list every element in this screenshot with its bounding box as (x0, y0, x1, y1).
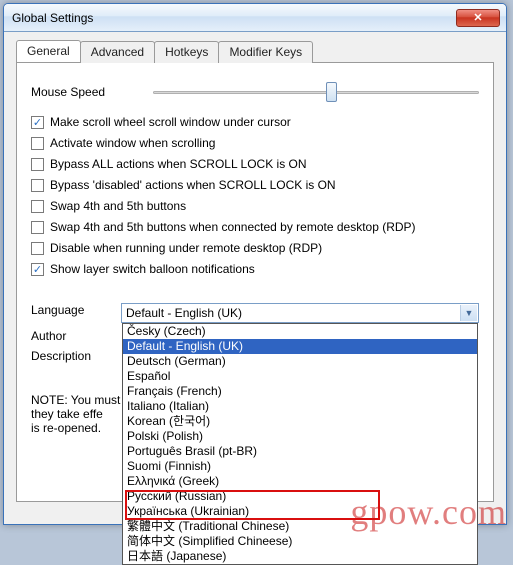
language-selected-value: Default - English (UK) (126, 306, 242, 320)
checkbox-label: Swap 4th and 5th buttons (50, 199, 186, 213)
checkbox-label: Bypass 'disabled' actions when SCROLL LO… (50, 178, 336, 192)
checkbox-label: Disable when running under remote deskto… (50, 241, 322, 255)
check-row: ✓ Show layer switch balloon notifications (31, 262, 479, 276)
language-option[interactable]: Ελληνικά (Greek) (123, 474, 477, 489)
checkbox-label: Swap 4th and 5th buttons when connected … (50, 220, 416, 234)
language-dropdown[interactable]: Česky (Czech)Default - English (UK)Deuts… (122, 323, 478, 565)
chevron-down-icon: ▼ (460, 305, 477, 321)
language-label: Language (31, 303, 121, 317)
language-option[interactable]: Česky (Czech) (123, 324, 477, 339)
tab-advanced[interactable]: Advanced (80, 41, 155, 63)
checkbox[interactable] (31, 179, 44, 192)
language-combobox[interactable]: Default - English (UK) ▼ Česky (Czech)De… (121, 303, 479, 323)
checkbox[interactable]: ✓ (31, 263, 44, 276)
check-row: Swap 4th and 5th buttons (31, 199, 479, 213)
mouse-speed-row: Mouse Speed (31, 81, 479, 103)
language-option[interactable]: 繁體中文 (Traditional Chinese) (123, 519, 477, 534)
slider-track (153, 91, 479, 94)
checkbox-label: Make scroll wheel scroll window under cu… (50, 115, 291, 129)
close-icon: ✕ (473, 11, 482, 24)
tab-panel-general: Mouse Speed ✓ Make scroll wheel scroll wi… (16, 62, 494, 502)
tab-strip: General Advanced Hotkeys Modifier Keys (16, 40, 494, 62)
checkbox-label: Show layer switch balloon notifications (50, 262, 255, 276)
settings-window: Global Settings ✕ General Advanced Hotke… (3, 3, 507, 525)
language-option[interactable]: 日本語 (Japanese) (123, 549, 477, 564)
language-option[interactable]: Korean (한국어) (123, 414, 477, 429)
language-option[interactable]: Italiano (Italian) (123, 399, 477, 414)
check-row: Bypass 'disabled' actions when SCROLL LO… (31, 178, 479, 192)
checkbox-label: Activate window when scrolling (50, 136, 215, 150)
window-title: Global Settings (12, 11, 456, 25)
language-option[interactable]: Português Brasil (pt-BR) (123, 444, 477, 459)
mouse-speed-slider[interactable] (153, 81, 479, 103)
tab-modifier-keys[interactable]: Modifier Keys (218, 41, 313, 63)
check-row: Disable when running under remote deskto… (31, 241, 479, 255)
check-row: ✓ Make scroll wheel scroll window under c… (31, 115, 479, 129)
checkbox[interactable] (31, 137, 44, 150)
language-option[interactable]: Українська (Ukrainian) (123, 504, 477, 519)
titlebar: Global Settings ✕ (4, 4, 506, 32)
check-row: Activate window when scrolling (31, 136, 479, 150)
description-label: Description (31, 349, 121, 363)
checkbox[interactable] (31, 158, 44, 171)
check-row: Swap 4th and 5th buttons when connected … (31, 220, 479, 234)
checkbox[interactable] (31, 200, 44, 213)
language-option[interactable]: Suomi (Finnish) (123, 459, 477, 474)
language-row: Language Default - English (UK) ▼ Česky … (31, 303, 479, 323)
check-row: Bypass ALL actions when SCROLL LOCK is O… (31, 157, 479, 171)
author-label: Author (31, 329, 121, 343)
mouse-speed-label: Mouse Speed (31, 85, 105, 99)
checkbox[interactable]: ✓ (31, 116, 44, 129)
checkbox[interactable] (31, 221, 44, 234)
language-option[interactable]: Polski (Polish) (123, 429, 477, 444)
slider-thumb[interactable] (326, 82, 337, 102)
language-option[interactable]: Русский (Russian) (123, 489, 477, 504)
language-option[interactable]: 简体中文 (Simplified Chineese) (123, 534, 477, 549)
language-option[interactable]: Français (French) (123, 384, 477, 399)
client-area: General Advanced Hotkeys Modifier Keys M… (4, 32, 506, 514)
checkbox-label: Bypass ALL actions when SCROLL LOCK is O… (50, 157, 307, 171)
language-option[interactable]: Default - English (UK) (123, 339, 477, 354)
language-option[interactable]: Español (123, 369, 477, 384)
checkbox[interactable] (31, 242, 44, 255)
language-option[interactable]: Deutsch (German) (123, 354, 477, 369)
tab-general[interactable]: General (16, 40, 81, 62)
tab-hotkeys[interactable]: Hotkeys (154, 41, 219, 63)
close-button[interactable]: ✕ (456, 9, 500, 27)
